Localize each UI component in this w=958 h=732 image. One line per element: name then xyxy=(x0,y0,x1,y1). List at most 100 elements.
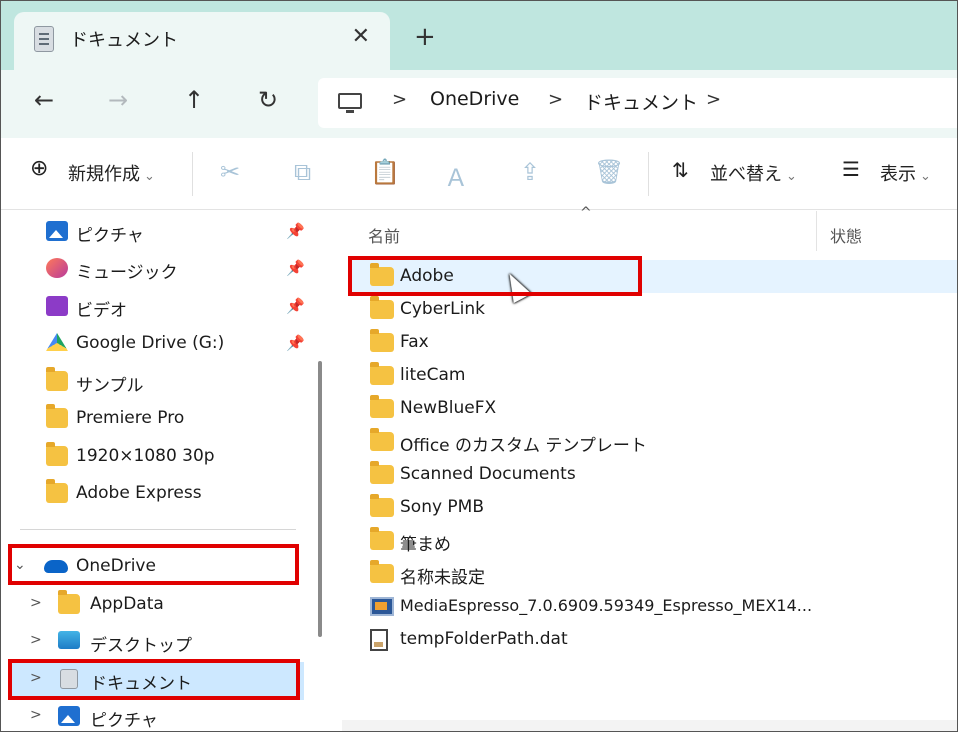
file-row[interactable]: Scanned Documents xyxy=(348,458,958,491)
file-row[interactable]: Fax xyxy=(348,326,958,359)
folder-icon xyxy=(46,367,68,391)
column-header-name[interactable]: 名前 xyxy=(368,223,400,247)
file-row[interactable]: CyberLink xyxy=(348,293,958,326)
command-bar: ⊕ 新規作成 ⌄ ✂ ⧉ 📋 Ａ ⇪ 🗑 ⇅ 並べ替え ⌄ ☰ 表示 ⌄ xyxy=(0,138,958,210)
breadcrumb-separator[interactable]: > xyxy=(392,89,407,110)
sidebar-item-label: AppData xyxy=(90,594,164,614)
sidebar-item-appdata[interactable]: > AppData xyxy=(0,588,310,622)
new-button-label: 新規作成 xyxy=(68,164,140,185)
sort-icon[interactable]: ⇅ xyxy=(672,158,689,182)
sidebar-item-premiere-pro[interactable]: Premiere Pro xyxy=(0,402,310,436)
folder-icon xyxy=(46,442,68,466)
view-button-label: 表示 xyxy=(880,164,916,185)
new-button[interactable]: 新規作成 ⌄ xyxy=(68,160,155,186)
sidebar-scrollbar[interactable] xyxy=(318,361,322,637)
paste-icon[interactable]: 📋 xyxy=(370,158,400,186)
tab-title: ドキュメント xyxy=(70,30,178,51)
file-row[interactable]: liteCam xyxy=(348,359,958,392)
navigation-pane: ピクチャ 📌 ミュージック 📌 ビデオ 📌 Google Drive (G:) … xyxy=(0,211,330,732)
file-name: Fax xyxy=(400,332,429,352)
tab-bar: ドキュメント ✕ + xyxy=(0,0,958,70)
sidebar-item-pictures[interactable]: ピクチャ 📌 xyxy=(0,215,310,249)
copy-icon[interactable]: ⧉ xyxy=(294,158,311,186)
view-icon[interactable]: ☰ xyxy=(842,157,860,181)
file-row[interactable]: NewBlueFX xyxy=(348,392,958,425)
pin-icon[interactable]: 📌 xyxy=(286,334,305,352)
forward-button[interactable]: → xyxy=(108,86,128,114)
pin-icon[interactable]: 📌 xyxy=(286,259,305,277)
chevron-down-icon[interactable]: ⌄ xyxy=(14,557,26,573)
sidebar-item-adobe-express[interactable]: Adobe Express xyxy=(0,477,310,511)
breadcrumb-separator[interactable]: > xyxy=(548,89,563,110)
file-row[interactable]: 名称未設定 xyxy=(348,557,958,590)
file-name: Office のカスタム テンプレート xyxy=(400,436,647,456)
file-name: 筆まめ xyxy=(400,535,451,555)
sidebar-item-documents[interactable]: > ドキュメント xyxy=(0,663,310,697)
breadcrumb-documents[interactable]: ドキュメント xyxy=(584,88,698,115)
videos-icon xyxy=(46,296,68,316)
file-row[interactable]: Sony PMB xyxy=(348,491,958,524)
sidebar-item-music[interactable]: ミュージック 📌 xyxy=(0,252,310,286)
delete-icon[interactable]: 🗑 xyxy=(594,158,624,186)
file-row[interactable]: MediaEspresso_7.0.6909.59349_Espresso_ME… xyxy=(348,590,958,623)
folder-icon xyxy=(370,461,394,484)
refresh-button[interactable]: ↻ xyxy=(258,86,278,114)
chevron-right-icon[interactable]: > xyxy=(30,632,42,648)
new-plus-icon[interactable]: ⊕ xyxy=(30,156,48,181)
file-row-adobe[interactable]: Adobe xyxy=(348,260,958,293)
this-pc-icon[interactable] xyxy=(338,93,362,113)
sidebar-divider xyxy=(20,529,296,530)
sidebar-item-videos[interactable]: ビデオ 📌 xyxy=(0,290,310,324)
sidebar-item-onedrive[interactable]: ⌄ OneDrive xyxy=(0,550,310,584)
sidebar-item-label: Premiere Pro xyxy=(76,408,185,428)
breadcrumb-onedrive[interactable]: OneDrive xyxy=(430,88,519,110)
new-tab-button[interactable]: + xyxy=(414,22,436,52)
file-name: tempFolderPath.dat xyxy=(400,629,568,649)
sidebar-item-label: ピクチャ xyxy=(76,226,144,246)
column-header-status[interactable]: 状態 xyxy=(830,223,862,247)
chevron-down-icon: ⌄ xyxy=(920,169,931,184)
tab-documents[interactable]: ドキュメント ✕ xyxy=(14,12,390,70)
sidebar-item-desktop[interactable]: > デスクトップ xyxy=(0,625,310,659)
view-button[interactable]: 表示 ⌄ xyxy=(880,160,931,186)
cut-icon[interactable]: ✂ xyxy=(220,158,240,186)
folder-icon xyxy=(370,296,394,319)
up-button[interactable]: ↑ xyxy=(184,86,204,114)
sidebar-item-label: デスクトップ xyxy=(90,636,192,656)
back-button[interactable]: ← xyxy=(34,86,54,114)
file-row[interactable]: Office のカスタム テンプレート xyxy=(348,425,958,458)
file-row[interactable]: tempFolderPath.dat xyxy=(348,623,958,656)
breadcrumb-separator[interactable]: > xyxy=(706,89,721,110)
sidebar-item-google-drive[interactable]: Google Drive (G:) 📌 xyxy=(0,327,310,361)
close-tab-button[interactable]: ✕ xyxy=(352,24,370,49)
horizontal-scrollbar[interactable] xyxy=(342,720,958,732)
folder-icon xyxy=(46,479,68,503)
chevron-right-icon[interactable]: > xyxy=(30,595,42,611)
column-divider[interactable] xyxy=(816,211,817,251)
sidebar-item-label: ピクチャ xyxy=(90,711,158,731)
chevron-right-icon[interactable]: > xyxy=(30,707,42,723)
sort-button[interactable]: 並べ替え ⌄ xyxy=(710,160,797,186)
sidebar-item-pictures-onedrive[interactable]: > ピクチャ xyxy=(0,700,310,732)
rename-icon[interactable]: Ａ xyxy=(444,158,468,193)
folder-icon xyxy=(370,428,394,451)
chevron-right-icon[interactable]: > xyxy=(30,670,42,686)
file-row[interactable]: 筆まめ xyxy=(348,524,958,557)
pictures-icon xyxy=(58,706,80,726)
google-drive-icon xyxy=(46,333,68,351)
sidebar-item-1920x1080[interactable]: 1920×1080 30p xyxy=(0,440,310,474)
sidebar-item-label: OneDrive xyxy=(76,556,156,576)
file-icon xyxy=(370,629,388,651)
share-icon[interactable]: ⇪ xyxy=(520,158,540,186)
pin-icon[interactable]: 📌 xyxy=(286,297,305,315)
sidebar-item-sample[interactable]: サンプル xyxy=(0,365,310,399)
chevron-down-icon: ⌄ xyxy=(144,169,155,184)
desktop-icon xyxy=(58,631,80,649)
address-bar[interactable]: > OneDrive > ドキュメント > xyxy=(318,78,958,128)
file-name: Adobe xyxy=(400,266,454,286)
sidebar-item-label: ドキュメント xyxy=(90,674,192,694)
folder-icon xyxy=(370,362,394,385)
documents-icon xyxy=(34,26,54,52)
pin-icon[interactable]: 📌 xyxy=(286,222,305,240)
chevron-down-icon: ⌄ xyxy=(786,169,797,184)
